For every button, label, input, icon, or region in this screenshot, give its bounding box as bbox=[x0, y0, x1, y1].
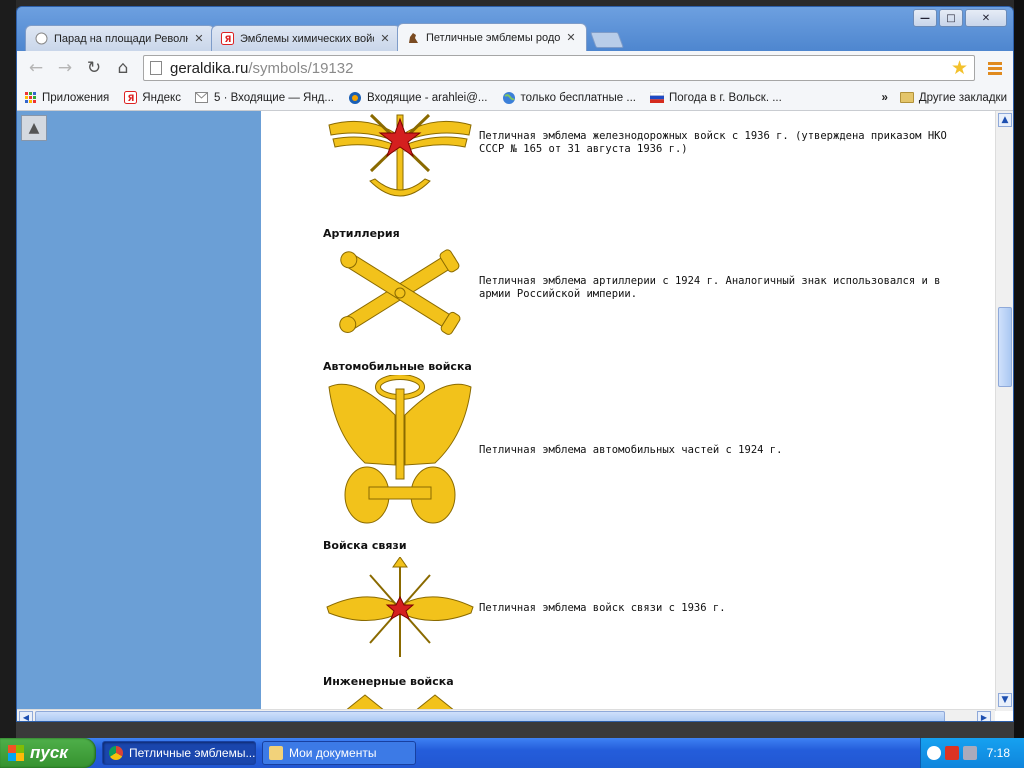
mailru-icon bbox=[348, 91, 362, 105]
toolbar: ← → ↻ ⌂ geraldika.ru /symbols/19132 ★ bbox=[17, 51, 1013, 85]
tab-title: Петличные эмблемы родов bbox=[426, 31, 560, 44]
warning-icon[interactable]: ▲ bbox=[21, 115, 47, 141]
more-bookmarks-button[interactable]: » bbox=[881, 92, 887, 104]
maximize-button[interactable]: □ bbox=[939, 9, 963, 27]
system-tray: 7:18 bbox=[920, 738, 1024, 768]
scroll-down-icon[interactable]: ▼ bbox=[998, 693, 1012, 707]
side-panel: ▲ bbox=[17, 111, 261, 711]
svg-text:Я: Я bbox=[224, 35, 231, 45]
bookmark-label: Входящие - arahlei@... bbox=[366, 91, 488, 104]
bookmark-free[interactable]: только бесплатные ... bbox=[502, 91, 636, 105]
start-label: пуск bbox=[30, 743, 68, 762]
minimize-button[interactable]: — bbox=[913, 9, 937, 27]
yandex-icon: Я bbox=[220, 32, 234, 46]
other-bookmarks[interactable]: Другие закладки bbox=[899, 91, 1007, 104]
network-icon[interactable] bbox=[963, 746, 977, 760]
close-tab-icon[interactable]: ✕ bbox=[378, 32, 392, 45]
close-window-button[interactable]: ✕ bbox=[965, 9, 1007, 27]
artillery-emblem bbox=[339, 249, 461, 335]
page-content: Петличная эмблема железнодорожных войск … bbox=[261, 111, 995, 711]
antivirus-icon[interactable] bbox=[945, 746, 959, 760]
windows-logo-icon bbox=[8, 745, 24, 761]
url-path: /symbols/19132 bbox=[248, 59, 354, 77]
taskbar-item-label: Петличные эмблемы... bbox=[129, 746, 256, 760]
tab-chemical[interactable]: Я Эмблемы химических войс ✕ bbox=[211, 25, 401, 51]
taskbar-item-documents[interactable]: Мои документы bbox=[262, 741, 416, 765]
apps-icon bbox=[23, 91, 37, 105]
section-heading: Войска связи bbox=[323, 539, 407, 552]
chrome-icon bbox=[109, 746, 123, 760]
bookmark-star-icon[interactable]: ★ bbox=[951, 57, 968, 80]
yandex-icon: Я bbox=[123, 91, 137, 105]
vertical-scrollbar[interactable]: ▲ ▼ bbox=[995, 111, 1013, 711]
engineering-troops-emblem bbox=[344, 694, 456, 711]
bookmark-label: Приложения bbox=[42, 91, 110, 104]
tab-title: Эмблемы химических войс bbox=[240, 32, 374, 45]
bookmark-apps[interactable]: Приложения bbox=[23, 91, 109, 105]
expand-tray-icon[interactable] bbox=[927, 746, 941, 760]
reload-icon[interactable]: ↻ bbox=[81, 55, 107, 81]
taskbar: пуск Петличные эмблемы... Мои документы … bbox=[0, 738, 1024, 768]
section-heading: Артиллерия bbox=[323, 227, 400, 240]
page-icon bbox=[150, 61, 162, 75]
tab-strip: Парад на площади Револю ✕ Я Эмблемы хими… bbox=[25, 23, 624, 51]
knight-icon bbox=[406, 31, 420, 45]
railway-troops-emblem bbox=[328, 113, 472, 197]
mail-icon bbox=[195, 91, 209, 105]
flag-icon bbox=[649, 91, 664, 105]
section-description: Петличная эмблема артиллерии с 1924 г. А… bbox=[479, 275, 941, 300]
page-viewport: ▲ Петличная эмблема железнодорожных войс… bbox=[17, 111, 1013, 721]
horizontal-scrollbar[interactable]: ◀ ▶ bbox=[17, 709, 995, 721]
globe-icon bbox=[502, 91, 516, 105]
bookmark-yandex-mail[interactable]: 5 · Входящие — Янд... bbox=[195, 91, 334, 105]
close-tab-icon[interactable]: ✕ bbox=[192, 32, 206, 45]
close-tab-icon[interactable]: ✕ bbox=[564, 31, 578, 44]
forward-icon[interactable]: → bbox=[52, 55, 78, 81]
vertical-scroll-thumb[interactable] bbox=[998, 307, 1012, 387]
url-host: geraldika.ru bbox=[170, 59, 249, 77]
back-icon[interactable]: ← bbox=[23, 55, 49, 81]
desktop-right bbox=[1014, 0, 1024, 738]
bookmark-label: только бесплатные ... bbox=[520, 91, 636, 104]
home-icon[interactable]: ⌂ bbox=[110, 55, 136, 81]
folder-icon bbox=[269, 746, 283, 760]
section-description: Петличная эмблема войск связи с 1936 г. bbox=[479, 602, 726, 614]
folder-icon bbox=[899, 92, 914, 103]
bookmark-label: Погода в г. Вольск. ... bbox=[668, 91, 782, 104]
scroll-left-icon[interactable]: ◀ bbox=[19, 711, 33, 721]
section-description: Петличная эмблема железнодорожных войск … bbox=[479, 130, 947, 155]
scroll-up-icon[interactable]: ▲ bbox=[998, 113, 1012, 127]
bookmark-mailru[interactable]: Входящие - arahlei@... bbox=[348, 91, 488, 105]
svg-text:Я: Я bbox=[127, 94, 134, 104]
scroll-right-icon[interactable]: ▶ bbox=[977, 711, 991, 721]
bookmark-weather[interactable]: Погода в г. Вольск. ... bbox=[649, 91, 782, 105]
section-heading: Инженерные войска bbox=[323, 675, 454, 688]
browser-window: — □ ✕ Парад на площади Револю ✕ Я Эмблем… bbox=[16, 6, 1014, 722]
start-button[interactable]: пуск bbox=[0, 738, 96, 768]
tab-emblems[interactable]: Петличные эмблемы родов ✕ bbox=[397, 23, 587, 51]
tab-title: Парад на площади Револю bbox=[54, 32, 188, 45]
address-bar[interactable]: geraldika.ru /symbols/19132 ★ bbox=[143, 55, 975, 81]
globe-icon bbox=[34, 32, 48, 46]
taskbar-item-chrome[interactable]: Петличные эмблемы... bbox=[102, 741, 256, 765]
window-controls: — □ ✕ bbox=[911, 9, 1007, 27]
automobile-troops-emblem bbox=[328, 375, 472, 524]
section-description: Петличная эмблема автомобильных частей с… bbox=[479, 444, 783, 456]
desktop-left bbox=[0, 0, 16, 738]
other-bookmarks-label: Другие закладки bbox=[918, 91, 1007, 104]
tab-parade[interactable]: Парад на площади Револю ✕ bbox=[25, 25, 215, 51]
bookmark-yandex[interactable]: Я Яндекс bbox=[123, 91, 181, 105]
clock[interactable]: 7:18 bbox=[987, 746, 1010, 760]
new-tab-button[interactable] bbox=[590, 32, 624, 48]
section-heading: Автомобильные войска bbox=[323, 360, 472, 373]
bookmark-label: 5 · Входящие — Янд... bbox=[213, 91, 334, 104]
chrome-menu-icon[interactable] bbox=[983, 56, 1007, 80]
bookmark-label: Яндекс bbox=[142, 91, 181, 104]
horizontal-scroll-thumb[interactable] bbox=[35, 711, 945, 721]
taskbar-item-label: Мои документы bbox=[289, 746, 377, 760]
bookmarks-bar: Приложения Я Яндекс 5 · Входящие — Янд..… bbox=[17, 85, 1013, 111]
signal-troops-emblem bbox=[326, 557, 474, 657]
